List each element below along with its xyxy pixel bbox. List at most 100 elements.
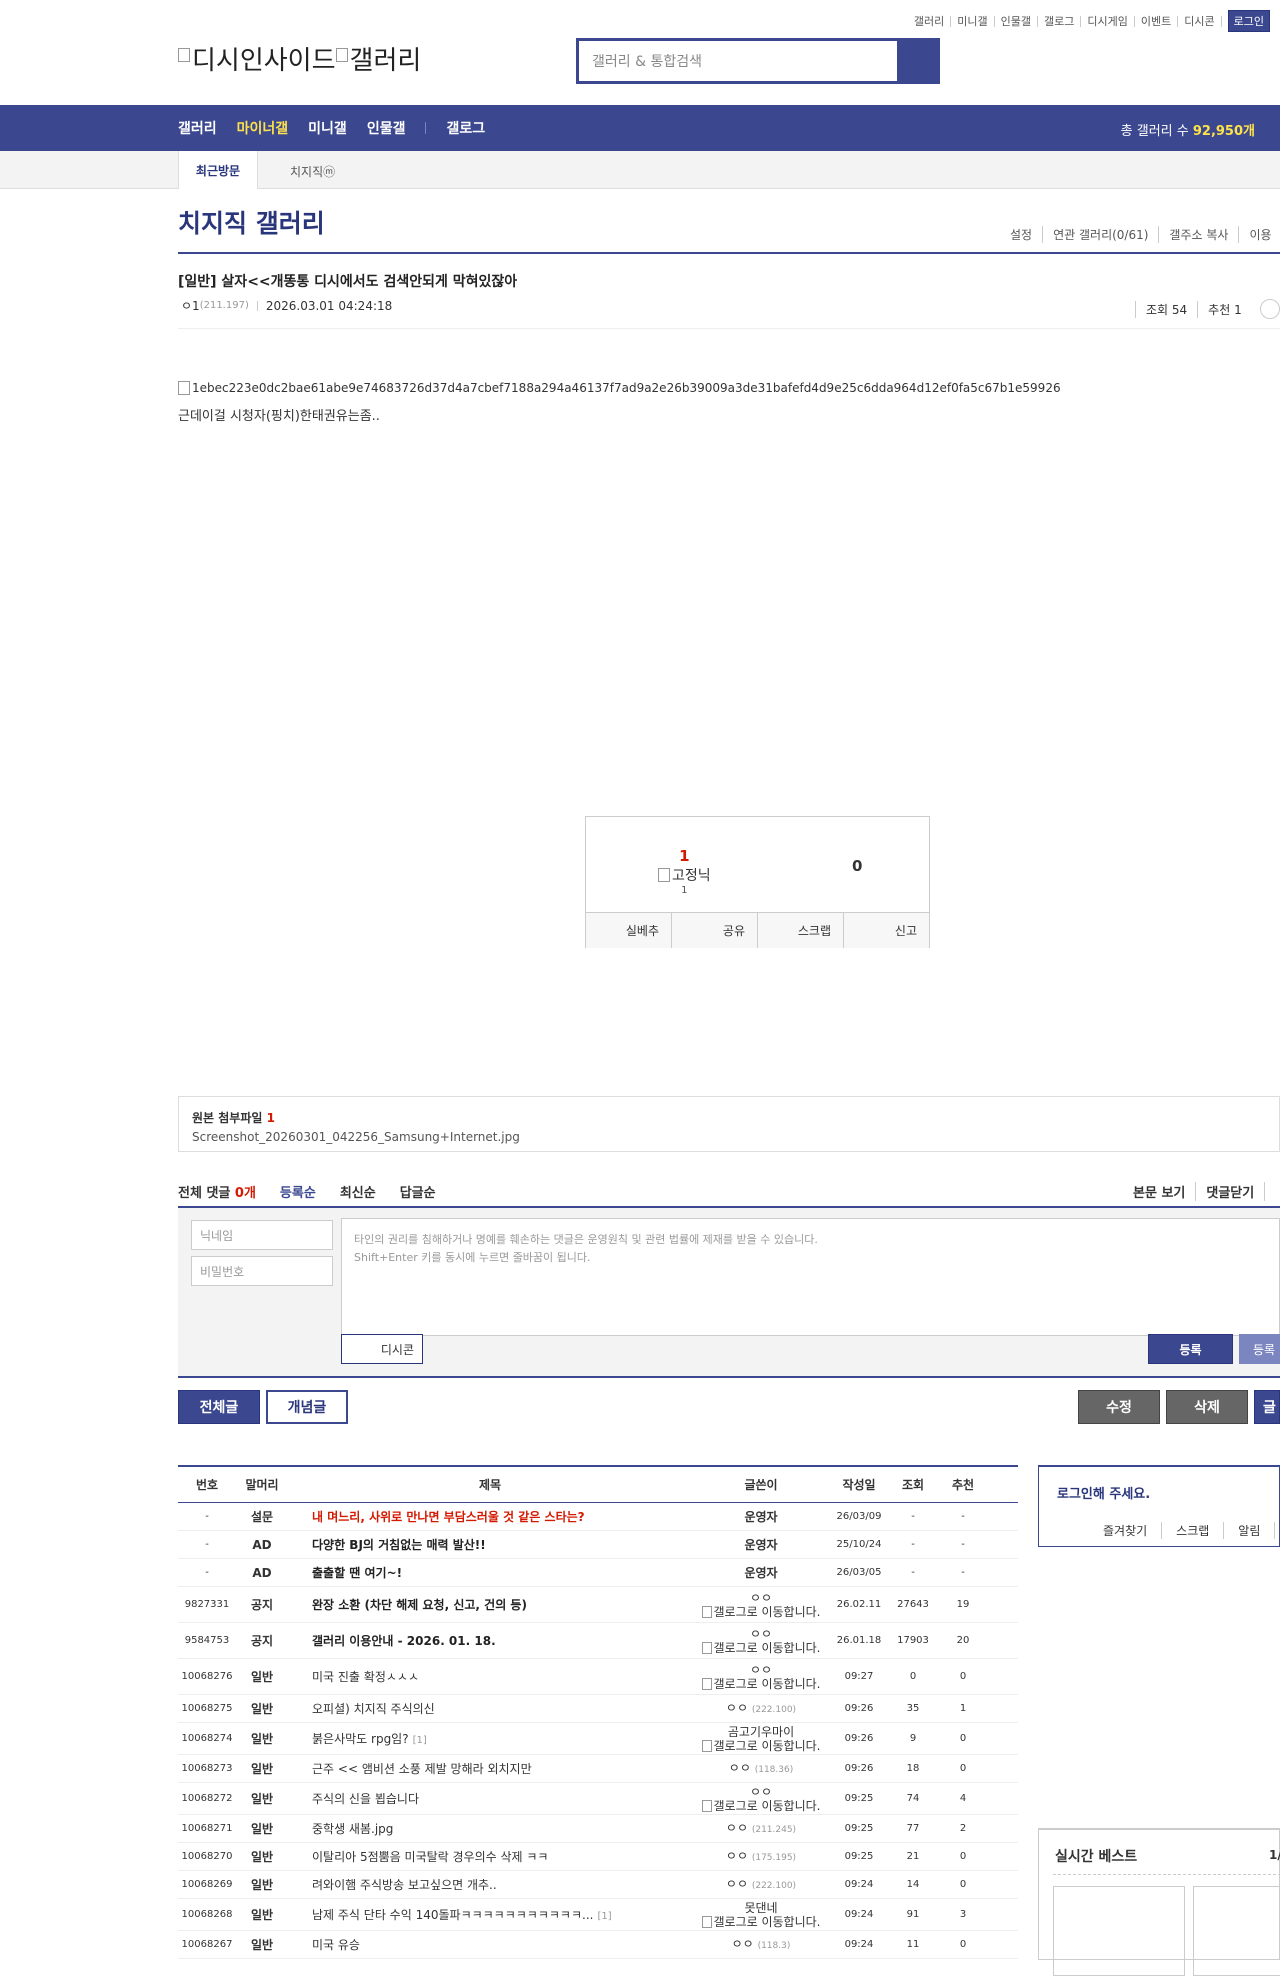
row-title[interactable]: 내 며느리, 사위로 만나면 부담스러울 것 같은 스타는? [288,1508,692,1525]
row-writer-name[interactable]: 운영자 [744,1510,777,1524]
row-title[interactable]: 완장 소환 (차단 해제 요청, 신고, 건의 등) [288,1596,692,1613]
gallog-link[interactable]: 갤로그로 이동합니다. [692,1641,830,1655]
dccon-button[interactable]: 디시콘 [341,1334,423,1364]
nav-minor-gallery[interactable]: 마이너갤 [237,118,289,138]
list-row[interactable]: 10068268 일반 남제 주식 단타 수익 140돌파ㅋㅋㅋㅋㅋㅋㅋㅋㅋㅋㅋ..… [178,1899,1018,1931]
share-button[interactable]: 공유 [672,913,758,948]
row-reply-count[interactable]: [1] [597,1911,611,1922]
search-button[interactable] [896,38,940,84]
recent-visit-label[interactable]: 최근방문 [178,151,258,189]
row-title-text[interactable]: 미국 진출 확정ㅅㅅㅅ [312,1670,419,1684]
edit-button[interactable]: 수정 [1078,1390,1160,1424]
real-best-button[interactable]: 실베추 [586,913,672,948]
row-title[interactable]: 출출할 땐 여기~! [288,1564,692,1581]
row-writer-name[interactable]: ㅇㅇ [726,1701,748,1715]
sort-registered[interactable]: 등록순 [280,1182,316,1201]
sort-reply[interactable]: 답글순 [400,1182,436,1201]
util-mini-link[interactable]: 미니갤 [951,15,995,27]
post-writer[interactable]: ㅇ1 [181,297,200,314]
gallog-link[interactable]: 갤로그로 이동합니다. [692,1739,830,1753]
row-title-text[interactable]: 미국 유승 [312,1938,360,1952]
row-title-text[interactable]: 다양한 BJ의 거침없는 매력 발산!! [312,1538,486,1552]
site-logo[interactable]: 디시인사이드 갤러리 [178,40,421,77]
search-input[interactable]: 갤러리 & 통합검색 [579,41,897,81]
gallog-link[interactable]: 갤로그로 이동합니다. [692,1915,830,1929]
comment-textarea[interactable]: 타인의 권리를 침해하거나 명예를 훼손하는 댓글은 운영원칙 및 관련 법률에… [341,1218,1280,1336]
util-person-link[interactable]: 인물갤 [995,15,1039,27]
copy-address-link[interactable]: 갤주소 복사 [1159,226,1240,243]
row-title-text[interactable]: 근주 << 앰비션 소풍 제발 망해라 외치지만 [312,1762,532,1776]
recent-visit-item[interactable]: 치지직ⓜ [290,163,335,180]
favorites-link[interactable]: 즐겨찾기 [1089,1522,1163,1539]
row-title-text[interactable]: 완장 소환 (차단 해제 요청, 신고, 건의 등) [312,1598,527,1612]
list-row[interactable]: 9584753 공지 갤러리 이용안내 - 2026. 01. 18. ㅇㅇ 갤로그로 … [178,1623,1018,1659]
list-row[interactable]: - 설문 내 며느리, 사위로 만나면 부담스러울 것 같은 스타는? 운영자 26/0… [178,1503,1018,1531]
recommend-down-count[interactable]: 0 [852,857,862,875]
gallog-link[interactable]: 갤로그로 이동합니다. [692,1605,830,1619]
post-image[interactable]: 1ebec223e0dc2bae61abe9e74683726d37d4a7cb… [178,381,1061,395]
sort-latest[interactable]: 최신순 [340,1182,376,1201]
row-title[interactable]: 남제 주식 단타 수익 140돌파ㅋㅋㅋㅋㅋㅋㅋㅋㅋㅋㅋ... [1] [288,1906,692,1923]
row-writer-name[interactable]: ㅇㅇ [726,1821,748,1835]
list-row[interactable]: 10068267 일반 미국 유승 ㅇㅇ (118.3) 09:24 11 0 [178,1931,1018,1959]
list-row[interactable]: 10068275 일반 오피셜) 치지직 주식의신 ㅇㅇ (222.100) 09:26… [178,1695,1018,1723]
list-row[interactable]: 10068271 일반 중학생 새봄.jpg ㅇㅇ (211.245) 09:25 77 2 [178,1815,1018,1843]
row-title-text[interactable]: 붉은사막도 rpg임? [312,1732,409,1746]
notification-link[interactable]: 알림 [1224,1522,1276,1539]
report-button[interactable]: 신고 [844,913,929,948]
util-game-link[interactable]: 디시게임 [1081,15,1135,27]
util-event-link[interactable]: 이벤트 [1135,15,1179,27]
list-row[interactable]: 10068272 일반 주식의 신을 뵙습니다 ㅇㅇ 갤로그로 이동합니다. 09:25 7… [178,1783,1018,1815]
row-title[interactable]: 붉은사막도 rpg임? [1] [288,1730,692,1747]
list-row[interactable]: 10068276 일반 미국 진출 확정ㅅㅅㅅ ㅇㅇ 갤로그로 이동합니다. 09:27 0… [178,1659,1018,1695]
list-row[interactable]: 10068273 일반 근주 << 앰비션 소풍 제발 망해라 외치지만 ㅇㅇ (11… [178,1755,1018,1783]
login-button[interactable]: 로그인 [1227,10,1270,32]
row-title-text[interactable]: 오피셜) 치지직 주식의신 [312,1702,435,1716]
list-row[interactable]: 9827331 공지 완장 소환 (차단 해제 요청, 신고, 건의 등) ㅇㅇ 갤로그… [178,1587,1018,1623]
util-gallery-link[interactable]: 갤러리 [908,15,952,27]
view-body-link[interactable]: 본문 보기 [1123,1181,1197,1201]
scrap-button[interactable]: 스크랩 [758,913,844,948]
util-dccon-link[interactable]: 디시콘 [1178,15,1222,27]
row-title-text[interactable]: 내 며느리, 사위로 만나면 부담스러울 것 같은 스타는? [312,1510,585,1524]
row-writer-name[interactable]: ㅇㅇ [726,1877,748,1891]
concept-posts-button[interactable]: 개념글 [266,1390,348,1424]
list-row[interactable]: - AD 다양한 BJ의 거침없는 매력 발산!! 운영자 25/10/24 - - [178,1531,1018,1559]
password-input[interactable]: 비밀번호 [191,1256,333,1286]
row-title[interactable]: 미국 진출 확정ㅅㅅㅅ [288,1668,692,1685]
row-title-text[interactable]: 출출할 땐 여기~! [312,1566,402,1580]
list-row[interactable]: 10068269 일반 려와이햄 주식방송 보고싶으면 개추.. ㅇㅇ (222.10… [178,1871,1018,1899]
row-title[interactable]: 근주 << 앰비션 소풍 제발 망해라 외치지만 [288,1760,692,1777]
login-prompt[interactable]: 로그인해 주세요. [1057,1483,1150,1502]
row-title-text[interactable]: 남제 주식 단타 수익 140돌파ㅋㅋㅋㅋㅋㅋㅋㅋㅋㅋㅋ... [312,1908,593,1922]
row-writer-name[interactable]: ㅇㅇ [692,1785,830,1799]
row-writer-name[interactable]: ㅇㅇ [692,1627,830,1641]
comment-submit-alt-button[interactable]: 등록 [1239,1334,1280,1364]
row-writer-name[interactable]: ㅇㅇ [692,1591,830,1605]
row-title[interactable]: 다양한 BJ의 거침없는 매력 발산!! [288,1536,692,1553]
best-thumbnail[interactable] [1193,1886,1280,1976]
row-title[interactable]: 주식의 신을 뵙습니다 [288,1790,692,1807]
list-row[interactable]: 10068274 일반 붉은사막도 rpg임? [1] 곰고기우마이 갤로그로 이동합니다… [178,1723,1018,1755]
nav-mini-gallery[interactable]: 미니갤 [308,118,347,138]
nav-gallery[interactable]: 갤러리 [178,118,217,138]
row-title[interactable]: 미국 유승 [288,1936,692,1953]
best-thumbnail[interactable] [1053,1886,1185,1976]
row-title-text[interactable]: 주식의 신을 뵙습니다 [312,1792,419,1806]
more-options-icon[interactable] [1259,299,1280,319]
recommend-up[interactable]: 1 고정닉 1 [658,847,711,896]
all-posts-button[interactable]: 전체글 [178,1390,260,1424]
close-comments-link[interactable]: 댓글닫기 [1196,1181,1266,1201]
row-reply-count[interactable]: [1] [413,1735,427,1746]
nickname-input[interactable]: 닉네임 [191,1220,333,1250]
row-writer-name[interactable]: ㅇㅇ [729,1761,751,1775]
write-button[interactable]: 글 [1254,1390,1280,1424]
delete-button[interactable]: 삭제 [1166,1390,1248,1424]
row-title[interactable]: 려와이햄 주식방송 보고싶으면 개추.. [288,1876,692,1893]
row-writer-name[interactable]: 운영자 [744,1538,777,1552]
nav-gallog[interactable]: 갤로그 [446,118,485,138]
gallog-link[interactable]: 갤로그로 이동합니다. [692,1677,830,1691]
row-title[interactable]: 갤러리 이용안내 - 2026. 01. 18. [288,1632,692,1649]
row-title-text[interactable]: 중학생 새봄.jpg [312,1822,393,1836]
row-title-text[interactable]: 려와이햄 주식방송 보고싶으면 개추.. [312,1878,497,1892]
